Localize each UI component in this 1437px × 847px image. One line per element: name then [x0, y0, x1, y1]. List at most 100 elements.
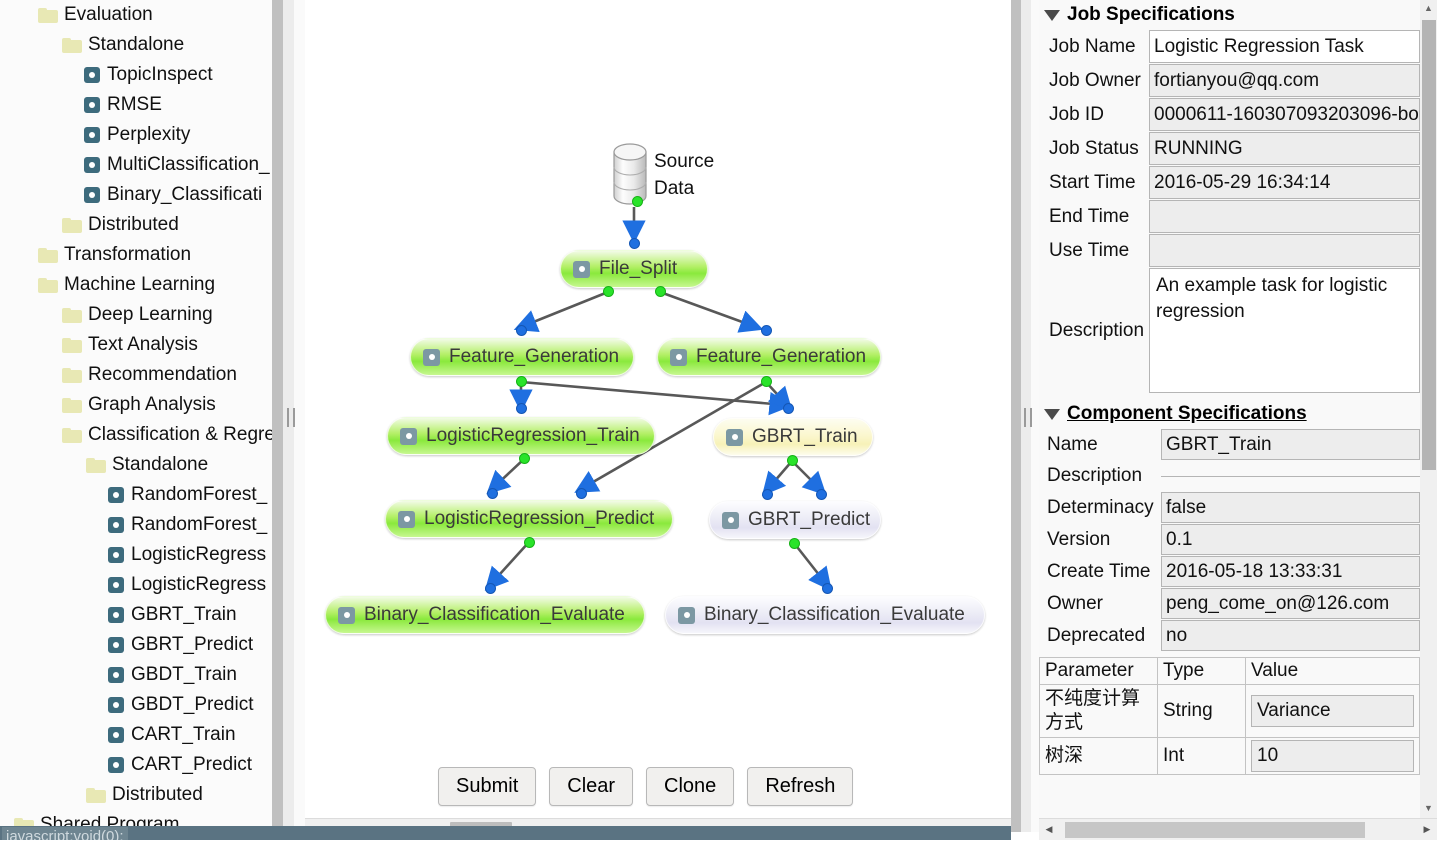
- spec-scroll-right-arrow[interactable]: ▶: [1417, 819, 1437, 840]
- file-split-input-port[interactable]: [629, 238, 640, 249]
- param-value-input[interactable]: 10: [1251, 739, 1414, 772]
- featgen-left-output-port[interactable]: [516, 376, 527, 387]
- spec-scroll-down-arrow[interactable]: ▼: [1420, 800, 1437, 817]
- lr-predict-input-port-2[interactable]: [576, 488, 587, 499]
- gbrt-predict-input-port-2[interactable]: [816, 489, 827, 500]
- tree-item-binary-classificati[interactable]: Binary_Classificati: [0, 180, 272, 210]
- lr-predict-output-port[interactable]: [524, 537, 535, 548]
- node-component-icon: [398, 510, 415, 528]
- tree-item-deep-learning[interactable]: Deep Learning: [0, 300, 272, 330]
- parameter-table: Parameter Type Value 不纯度计算方式 String Variance…: [1039, 657, 1420, 775]
- tree-item-logisticregress[interactable]: LogisticRegress: [0, 570, 272, 600]
- lr-predict-input-port-1[interactable]: [487, 488, 498, 499]
- job-field-job-name-value[interactable]: Logistic Regression Task: [1149, 30, 1420, 63]
- job-field-use-time-label: Use Time: [1049, 239, 1130, 261]
- spec-scroll-left-arrow[interactable]: ◀: [1039, 819, 1059, 840]
- component-field-owner-label: Owner: [1047, 592, 1103, 614]
- tree-item-machine-learning[interactable]: Machine Learning: [0, 270, 272, 300]
- component-field-deprecated-label: Deprecated: [1047, 624, 1146, 646]
- node-component-icon: [573, 260, 590, 278]
- tree-item-rmse[interactable]: RMSE: [0, 90, 272, 120]
- tree-item-classification-regre[interactable]: Classification & Regre: [0, 420, 272, 450]
- right-splitter-grip[interactable]: [1024, 408, 1032, 427]
- spec-horizontal-scrollbar[interactable]: ◀ ▶: [1039, 818, 1437, 840]
- workflow-node-gbrt-predict[interactable]: GBRT_Predict: [709, 501, 881, 539]
- node-label: Binary_Classification_Evaluate: [364, 604, 625, 625]
- folder-icon: [62, 337, 82, 353]
- submit-button[interactable]: Submit: [438, 767, 537, 806]
- tree-item-label: Graph Analysis: [88, 394, 216, 415]
- bce-right-input-port[interactable]: [822, 583, 833, 594]
- tree-item-standalone[interactable]: Standalone: [0, 450, 272, 480]
- workflow-node-featgen-left[interactable]: Feature_Generation: [410, 338, 634, 376]
- lr-train-input-port[interactable]: [516, 403, 527, 414]
- workflow-node-lr-train[interactable]: LogisticRegression_Train: [387, 417, 655, 455]
- tree-item-label: CART_Predict: [131, 754, 253, 775]
- gbrt-predict-output-port[interactable]: [789, 538, 800, 549]
- tree-item-evaluation[interactable]: Evaluation: [0, 0, 272, 30]
- component-field-owner-row: Owner peng_come_on@126.com: [1047, 588, 1420, 619]
- source-data-output-port[interactable]: [632, 196, 643, 207]
- tree-item-standalone[interactable]: Standalone: [0, 30, 272, 60]
- tree-item-distributed[interactable]: Distributed: [0, 210, 272, 240]
- spec-scroll-up-arrow[interactable]: ▲: [1420, 0, 1437, 17]
- job-field-job-owner-value: fortianyou@qq.com: [1149, 64, 1420, 97]
- tree-item-label: Machine Learning: [64, 274, 216, 295]
- refresh-button[interactable]: Refresh: [747, 767, 854, 806]
- workflow-node-bce-left[interactable]: Binary_Classification_Evaluate: [325, 596, 645, 634]
- tree-item-recommendation[interactable]: Recommendation: [0, 360, 272, 390]
- gbrt-train-input-port[interactable]: [783, 403, 794, 414]
- chevron-down-icon[interactable]: [1044, 9, 1060, 21]
- workflow-node-file-split[interactable]: File_Split: [560, 250, 708, 288]
- tree-item-label: Distributed: [112, 784, 203, 805]
- file-split-output-port-2[interactable]: [655, 286, 666, 297]
- bce-left-input-port[interactable]: [485, 583, 496, 594]
- workflow-node-bce-right[interactable]: Binary_Classification_Evaluate: [665, 596, 985, 634]
- tree-item-distributed[interactable]: Distributed: [0, 780, 272, 810]
- left-splitter-grip[interactable]: [287, 408, 295, 427]
- spec-hscroll-thumb[interactable]: [1065, 822, 1365, 838]
- workflow-canvas[interactable]: Source Data File_Split Feature_Generation…: [305, 0, 1011, 818]
- tree-item-randomforest[interactable]: RandomForest_: [0, 480, 272, 510]
- gbrt-train-output-port[interactable]: [787, 455, 798, 466]
- tree-item-cart-train[interactable]: CART_Train: [0, 720, 272, 750]
- chevron-down-icon-2[interactable]: [1044, 408, 1060, 420]
- right-splitter[interactable]: [1011, 0, 1039, 832]
- tree-item-graph-analysis[interactable]: Graph Analysis: [0, 390, 272, 420]
- gbrt-predict-input-port-1[interactable]: [762, 489, 773, 500]
- spec-vertical-scrollbar[interactable]: ▲ ▼: [1420, 0, 1437, 818]
- clear-button[interactable]: Clear: [549, 767, 634, 806]
- tree-item-logisticregress[interactable]: LogisticRegress: [0, 540, 272, 570]
- tree-item-transformation[interactable]: Transformation: [0, 240, 272, 270]
- workflow-node-gbrt-train[interactable]: GBRT_Train: [713, 418, 873, 456]
- tree-item-randomforest[interactable]: RandomForest_: [0, 510, 272, 540]
- featgen-right-input-port[interactable]: [761, 325, 772, 336]
- tree-item-perplexity[interactable]: Perplexity: [0, 120, 272, 150]
- tree-item-gbdt-train[interactable]: GBDT_Train: [0, 660, 272, 690]
- job-specifications-header[interactable]: Job Specifications: [1039, 0, 1420, 30]
- tree-item-gbrt-predict[interactable]: GBRT_Predict: [0, 630, 272, 660]
- param-value-input[interactable]: Variance: [1251, 694, 1414, 727]
- component-specifications-header[interactable]: Component Specifications: [1039, 399, 1420, 429]
- left-splitter[interactable]: [272, 0, 305, 832]
- job-description-textarea[interactable]: An example task for logistic regression: [1149, 268, 1420, 393]
- tree-item-label: GBRT_Train: [131, 604, 237, 625]
- featgen-right-output-port[interactable]: [761, 376, 772, 387]
- workflow-node-featgen-right[interactable]: Feature_Generation: [657, 338, 881, 376]
- lr-train-output-port[interactable]: [519, 453, 530, 464]
- tree-item-gbdt-predict[interactable]: GBDT_Predict: [0, 690, 272, 720]
- spec-scroll-thumb[interactable]: [1422, 20, 1436, 470]
- tree-item-topicinspect[interactable]: TopicInspect: [0, 60, 272, 90]
- node-component-icon: [400, 427, 417, 445]
- tree-item-label: Evaluation: [64, 4, 153, 25]
- featgen-left-input-port[interactable]: [516, 325, 527, 336]
- file-split-output-port-1[interactable]: [603, 286, 614, 297]
- tree-item-gbrt-train[interactable]: GBRT_Train: [0, 600, 272, 630]
- tree-item-cart-predict[interactable]: CART_Predict: [0, 750, 272, 780]
- tree-item-multiclassification[interactable]: MultiClassification_: [0, 150, 272, 180]
- job-field-job-id-row: Job ID 0000611-160307093203096-bo: [1039, 98, 1420, 131]
- leaf-icon: [84, 157, 100, 173]
- workflow-node-lr-predict[interactable]: LogisticRegression_Predict: [385, 500, 673, 538]
- tree-item-text-analysis[interactable]: Text Analysis: [0, 330, 272, 360]
- clone-button[interactable]: Clone: [646, 767, 735, 806]
